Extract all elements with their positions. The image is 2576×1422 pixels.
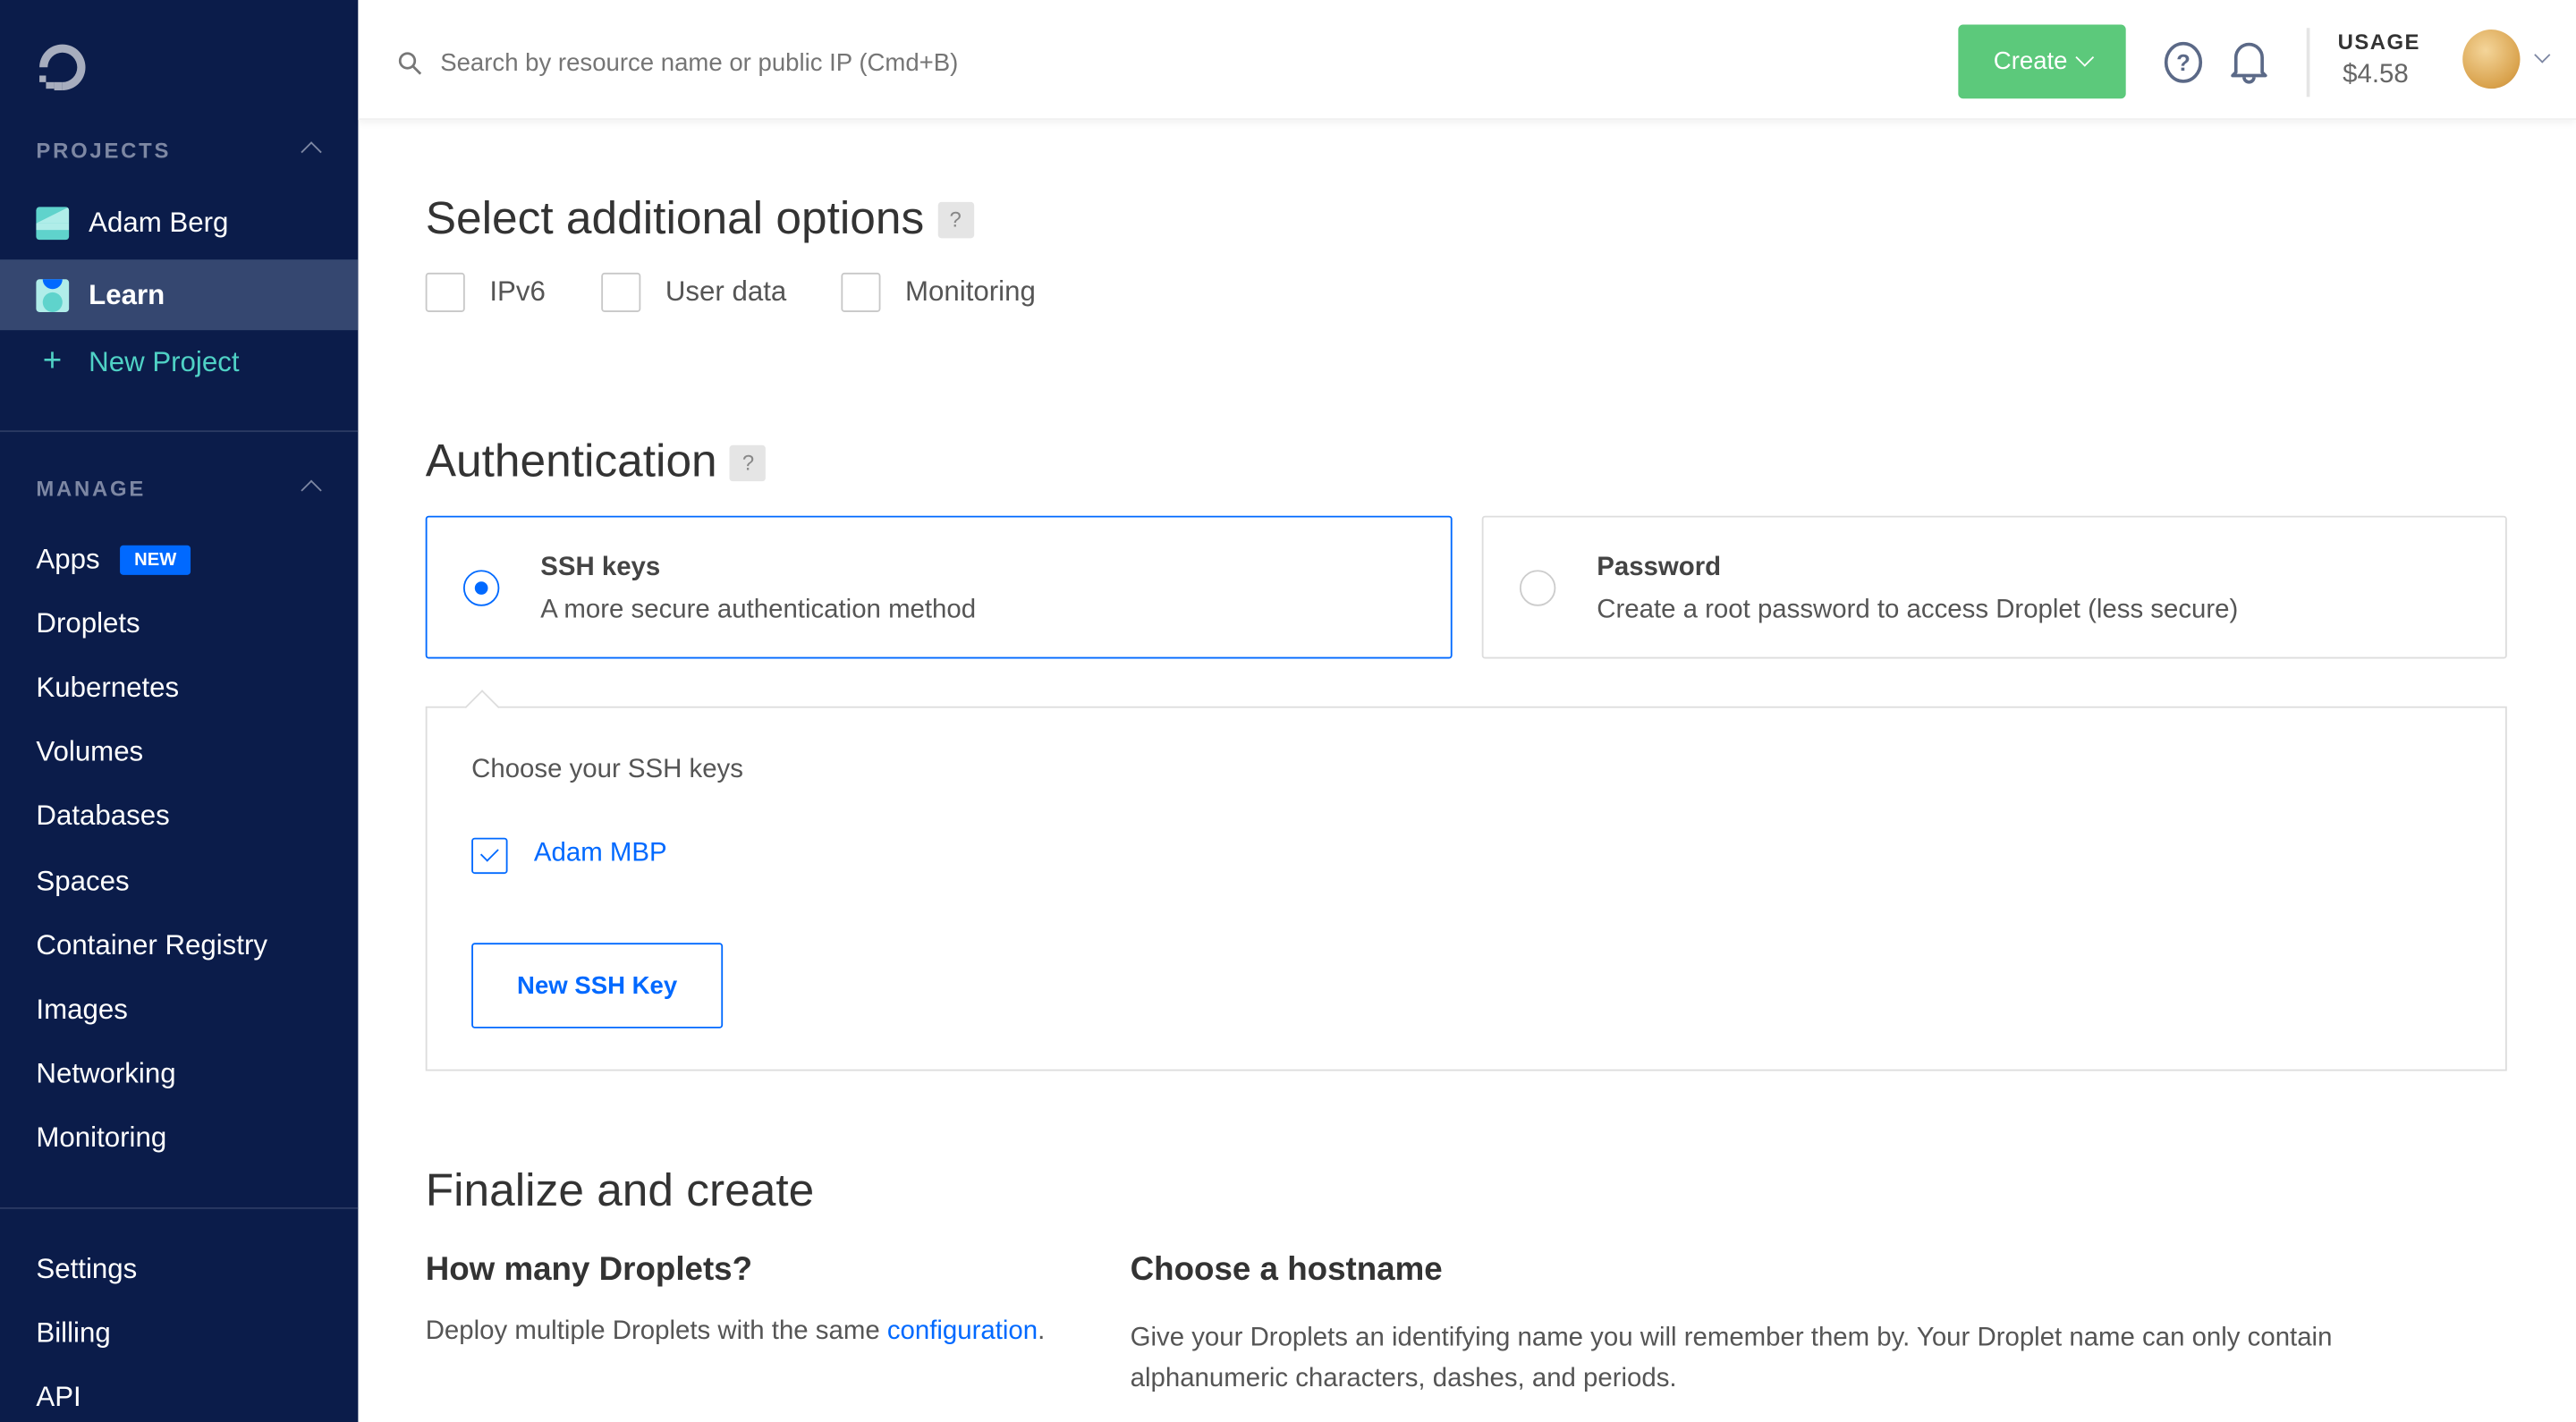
sidebar-item-apps[interactable]: Apps NEW (36, 544, 191, 577)
panel-notch (464, 690, 500, 725)
usage-label: USAGE (2337, 30, 2420, 55)
adam-mbp-checkbox[interactable] (471, 837, 508, 875)
top-header: Create ? USAGE $4.58 (358, 0, 2576, 121)
sidebar-item-api[interactable]: API (36, 1382, 80, 1415)
avatar[interactable] (2462, 30, 2521, 89)
choose-ssh-label: Choose your SSH keys (471, 755, 743, 784)
hostname-desc: Give your Droplets an identifying name y… (1130, 1324, 2333, 1393)
sidebar-item-spaces[interactable]: Spaces (36, 866, 129, 899)
sidebar: PROJECTS Adam Berg Learn + New Project M… (0, 0, 359, 1422)
sidebar-item-droplets[interactable]: Droplets (36, 608, 140, 641)
project-icon (36, 206, 70, 240)
check-icon (479, 842, 499, 862)
manage-header: MANAGE (36, 476, 147, 502)
password-option[interactable]: Password Create a root password to acces… (1481, 515, 2507, 659)
create-button[interactable]: Create (1958, 24, 2126, 99)
chevron-up-icon[interactable] (301, 479, 322, 501)
checkbox-box[interactable] (601, 272, 641, 312)
hostname-title: Choose a hostname (1130, 1251, 1443, 1288)
chevron-down-icon[interactable] (2534, 47, 2551, 63)
usage-value[interactable]: $4.58 (2343, 61, 2409, 90)
project-label: Learn (89, 278, 165, 310)
user-data-checkbox[interactable]: User data (601, 272, 786, 312)
bell-icon[interactable] (2228, 39, 2271, 85)
ssh-key-label[interactable]: Adam MBP (534, 840, 667, 869)
create-label: Create (1993, 47, 2068, 76)
sidebar-item-kubernetes[interactable]: Kubernetes (36, 672, 179, 705)
divider (0, 1206, 359, 1209)
help-badge[interactable]: ? (936, 201, 974, 239)
sidebar-project-adam-berg[interactable]: Adam Berg (0, 187, 358, 258)
digitalocean-logo-icon[interactable] (36, 41, 89, 96)
sidebar-project-learn[interactable]: Learn (0, 259, 359, 331)
finalize-title: Finalize and create (425, 1164, 815, 1216)
option-desc: A more secure authentication method (540, 596, 977, 624)
projects-header: PROJECTS (36, 138, 172, 163)
droplet-count-title: How many Droplets? (425, 1251, 753, 1288)
new-ssh-key-button[interactable]: New SSH Key (471, 943, 724, 1028)
nav-label: Apps (36, 543, 100, 575)
search-icon (398, 52, 422, 75)
project-icon (36, 278, 70, 312)
radio-selected[interactable] (462, 570, 500, 606)
ssh-keys-option[interactable]: SSH keys A more secure authentication me… (425, 515, 1453, 659)
sidebar-item-settings[interactable]: Settings (36, 1253, 137, 1286)
ipv6-checkbox[interactable]: IPv6 (425, 272, 546, 312)
help-icon[interactable]: ? (2162, 41, 2205, 84)
sidebar-item-volumes[interactable]: Volumes (36, 736, 143, 769)
divider (0, 430, 359, 433)
sidebar-item-images[interactable]: Images (36, 994, 127, 1027)
chevron-down-icon (2074, 47, 2094, 67)
divider (2306, 28, 2310, 97)
new-project-link[interactable]: New Project (89, 347, 239, 380)
chevron-up-icon[interactable] (301, 141, 322, 163)
help-badge[interactable]: ? (730, 444, 767, 482)
option-title: SSH keys (540, 553, 661, 582)
sidebar-item-container-registry[interactable]: Container Registry (36, 930, 267, 963)
sidebar-item-databases[interactable]: Databases (36, 800, 169, 833)
authentication-title: Authentication? (426, 436, 767, 488)
ssh-keys-panel: Choose your SSH keys Adam MBP New SSH Ke… (425, 690, 2507, 1071)
plus-icon[interactable]: + (43, 343, 62, 381)
configuration-link[interactable]: configuration (887, 1317, 1038, 1345)
checkbox-box[interactable] (841, 272, 881, 312)
project-label: Adam Berg (89, 206, 229, 238)
sidebar-item-networking[interactable]: Networking (36, 1058, 175, 1091)
option-desc: Create a root password to access Droplet… (1597, 596, 2239, 624)
option-title: Password (1597, 553, 1722, 582)
droplet-count-desc: Deploy multiple Droplets with the same c… (425, 1317, 1046, 1346)
radio-unselected[interactable] (1519, 570, 1556, 606)
checkbox-box[interactable] (425, 272, 465, 312)
options-title: Select additional options? (426, 192, 974, 245)
sidebar-item-monitoring[interactable]: Monitoring (36, 1122, 166, 1155)
sidebar-item-billing[interactable]: Billing (36, 1317, 110, 1350)
new-badge: NEW (119, 545, 191, 575)
svg-text:?: ? (2176, 51, 2190, 76)
monitoring-checkbox[interactable]: Monitoring (841, 272, 1036, 312)
search-input[interactable] (436, 39, 1429, 86)
